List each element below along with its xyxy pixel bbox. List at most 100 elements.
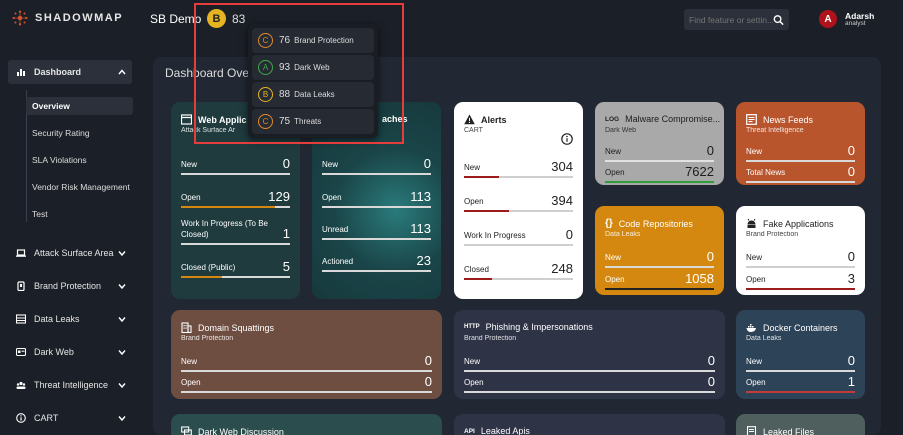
stat-row-new[interactable]: New 304 [464, 156, 573, 178]
score-label: Threats [294, 117, 322, 126]
stat-row-open[interactable]: Open 394 [464, 190, 573, 212]
app-logo[interactable]: SHADOWMAP [11, 9, 123, 27]
card-subtitle: Threat Intelligence [746, 127, 804, 134]
stat-row-open[interactable]: Open 1 [746, 371, 855, 393]
card-title: Domain Squattings [181, 322, 274, 333]
card-leaked-apis[interactable]: API Leaked Apis [454, 414, 725, 435]
stat-row-new[interactable]: New 0 [746, 246, 855, 268]
card-title: News Feeds [746, 114, 813, 125]
sidebar-item-label: Dark Web [34, 347, 74, 357]
avatar[interactable]: A [819, 10, 837, 28]
card-code-repositories[interactable]: {} Code Repositories Data Leaks New 0 Ope… [595, 206, 724, 295]
card-docker-containers[interactable]: Docker Containers Data Leaks New 0 Open 1 [736, 310, 865, 399]
grade-badge: C [258, 33, 273, 48]
score-breakdown-popup: C 76 Brand Protection A 93 Dark Web B 88… [248, 24, 378, 138]
score-item-threats[interactable]: C 75 Threats [252, 109, 374, 134]
sidebar-item-dark-web[interactable]: Dark Web [8, 340, 132, 364]
top-header: SHADOWMAP SB Demo B 83 A Adarsh analyst [0, 0, 903, 38]
card-malware-compromise[interactable]: LOG Malware Compromise... Dark Web New 0 … [595, 102, 724, 185]
card-title: HTTP Phishing & Impersonations [464, 322, 593, 332]
info-icon [16, 413, 26, 423]
sidebar-subitem-vendor-risk[interactable]: Vendor Risk Management [26, 178, 133, 196]
search-icon[interactable] [773, 14, 784, 26]
sidebar-item-label: CART [34, 413, 59, 423]
card-subtitle: CART [464, 127, 483, 134]
sidebar-subitem-overview[interactable]: Overview [26, 97, 133, 115]
stat-row-open[interactable]: Open 3 [746, 268, 855, 290]
stat-row-new[interactable]: New 0 [605, 246, 714, 268]
card-title: aches [382, 114, 408, 124]
stat-row-open[interactable]: Open 0 [181, 371, 432, 393]
stat-row-new[interactable]: New 0 [181, 350, 432, 372]
stat-row-open[interactable]: Open 1058 [605, 268, 714, 290]
stat-row-wip[interactable]: Work In Progress 0 [464, 224, 573, 246]
sidebar-item-attack-surface[interactable]: Attack Surface Area [8, 241, 132, 265]
score-item-data-leaks[interactable]: B 88 Data Leaks [252, 82, 374, 107]
security-score[interactable]: B 83 [207, 9, 245, 28]
stat-row-unread[interactable]: Unread 113 [322, 218, 431, 240]
search-input[interactable] [689, 14, 773, 25]
card-title: Docker Containers [746, 322, 838, 333]
sidebar-item-brand-protection[interactable]: Brand Protection [8, 274, 132, 298]
newspaper-icon [746, 114, 757, 125]
card-title: Dark Web Discussion [181, 426, 284, 435]
warning-icon [464, 114, 475, 125]
chevron-down-icon [118, 251, 126, 257]
stat-row-new[interactable]: New 0 [322, 153, 431, 175]
sidebar-item-cart[interactable]: CART [8, 406, 132, 430]
card-news-feeds[interactable]: News Feeds Threat Intelligence New 0 Tota… [736, 102, 865, 185]
stat-row-open[interactable]: Open 113 [322, 186, 431, 208]
score-value: 75 [279, 116, 291, 127]
stat-row-new[interactable]: New 0 [746, 140, 855, 162]
card-title: {} Code Repositories [605, 218, 693, 229]
score-item-brand-protection[interactable]: C 76 Brand Protection [252, 28, 374, 53]
sidebar-subitem-sla-violations[interactable]: SLA Violations [26, 151, 133, 169]
laptop-icon [16, 249, 26, 257]
card-leaked-files[interactable]: Leaked Files [736, 414, 865, 435]
search-box[interactable] [684, 9, 789, 30]
card-domain-squattings[interactable]: Domain Squattings Brand Protection New 0 … [171, 310, 442, 399]
card-subtitle: Brand Protection [746, 231, 799, 238]
grade-badge: B [207, 9, 226, 28]
card-dark-web-discussion[interactable]: Dark Web Discussion [171, 414, 442, 435]
sidebar-item-label: Data Leaks [34, 314, 80, 324]
card-alerts[interactable]: Alerts CART New 304 Open 394 Work In Progr… [454, 102, 583, 299]
sidebar-item-label: Attack Surface Area [34, 248, 114, 258]
info-icon[interactable] [561, 133, 573, 145]
stat-row-open[interactable]: Open 129 [181, 186, 290, 208]
stat-row-new[interactable]: New 0 [464, 350, 715, 372]
stat-row-closed[interactable]: Closed (Public) 5 [181, 256, 290, 278]
sidebar-subitem-security-rating[interactable]: Security Rating [26, 124, 133, 142]
score-label: Dark Web [294, 63, 330, 72]
users-icon [16, 381, 26, 389]
card-title: Leaked Files [746, 426, 814, 435]
card-phishing-impersonations[interactable]: HTTP Phishing & Impersonations Brand Pro… [454, 310, 725, 399]
score-item-dark-web[interactable]: A 93 Dark Web [252, 55, 374, 80]
stat-row-new[interactable]: New 0 [181, 153, 290, 175]
stat-row-total[interactable]: Total News 0 [746, 161, 855, 183]
docker-icon [746, 324, 756, 332]
sidebar-item-data-leaks[interactable]: Data Leaks [8, 307, 132, 331]
stat-row-new[interactable]: New 0 [605, 140, 714, 162]
score-value: 83 [232, 11, 246, 26]
app-name: SHADOWMAP [35, 12, 124, 24]
stat-row-closed[interactable]: Closed 248 [464, 258, 573, 280]
id-card-icon [16, 347, 26, 357]
bar-chart-icon [17, 69, 25, 76]
card-subtitle: Brand Protection [464, 335, 517, 342]
stat-row-open[interactable]: Open 0 [464, 371, 715, 393]
chevron-up-icon [118, 69, 126, 75]
stat-row-open[interactable]: Open 7622 [605, 161, 714, 183]
sidebar-subitem-test[interactable]: Test [26, 205, 133, 223]
sidebar-item-dashboard[interactable]: Dashboard [8, 60, 132, 84]
card-fake-applications[interactable]: Fake Applications Brand Protection New 0 … [736, 206, 865, 295]
card-title: LOG Malware Compromise... [605, 114, 721, 124]
org-name[interactable]: SB Demo [150, 12, 201, 26]
stat-row-actioned[interactable]: Actioned 23 [322, 250, 431, 272]
card-subtitle: Data Leaks [605, 231, 641, 238]
stat-row-new[interactable]: New 0 [746, 350, 855, 372]
sidebar-item-threat-intelligence[interactable]: Threat Intelligence [8, 373, 132, 397]
chevron-down-icon [118, 317, 126, 323]
stat-row-wip[interactable]: Work In Progress (To Be Closed) 1 [181, 218, 290, 245]
card-title: Web Applic [181, 114, 247, 125]
